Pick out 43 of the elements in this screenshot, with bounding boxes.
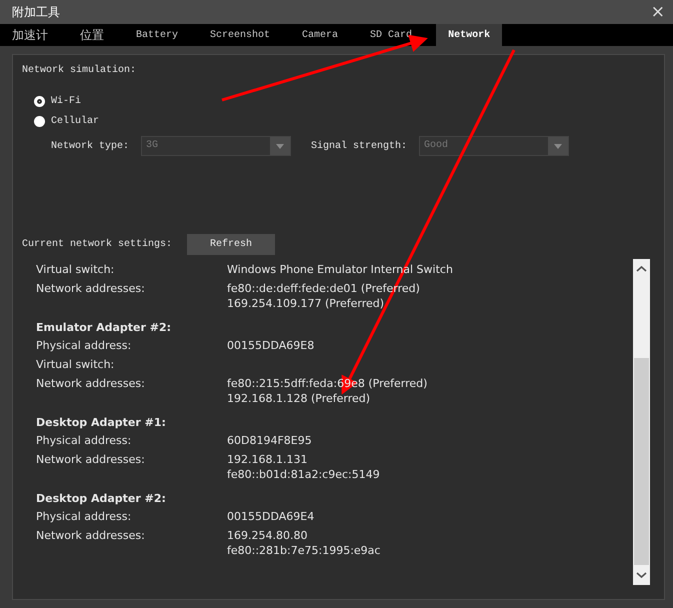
field-label: Network addresses: [36,452,146,468]
field-label: Physical address: [36,338,132,353]
field-label: Physical address: [36,433,132,448]
tab[interactable]: 加速计 [4,24,56,46]
tab[interactable]: SD Card [362,24,420,46]
tab[interactable]: Camera [294,24,346,46]
signal-strength-label: Signal strength: [311,140,408,152]
field-value: 00155DDA69E8 [227,338,314,353]
field-label: Physical address: [36,509,132,524]
adapter-heading: Desktop Adapter #1: [36,416,167,429]
field-value: 192.168.1.131 [227,452,308,467]
scrollbar[interactable] [633,259,650,585]
field-value: 00155DDA69E4 [227,509,314,524]
network-type-label: Network type: [51,140,130,152]
radio-label: Cellular [51,116,100,127]
field-value: 192.168.1.128 (Preferred) [227,391,370,406]
tab[interactable]: Network [436,24,502,46]
tab[interactable]: 位置 [72,24,112,46]
field-value: 60D8194F8E95 [227,433,312,448]
settings-label: Current network settings: [22,239,172,250]
window-title: 附加工具 [12,4,60,20]
refresh-button[interactable]: Refresh [187,234,276,255]
scroll-thumb[interactable] [634,358,649,565]
radio-label: Wi-Fi [51,96,82,107]
tab[interactable]: Screenshot [202,24,278,46]
field-value: fe80::281b:7e75:1995:e9ac [227,543,380,558]
field-label: Network addresses: [36,281,146,297]
field-label: Virtual switch: [36,262,116,277]
section-heading: Network simulation: [22,65,138,76]
field-label: Network addresses: [36,376,146,392]
field-value: fe80::b01d:81a2:c9ec:5149 [227,467,380,482]
radio-button[interactable] [34,96,45,107]
field-label: Virtual switch: [36,357,116,372]
field-value: 169.254.80.80 [227,528,308,543]
field-value: 169.254.109.177 (Preferred) [227,296,384,311]
caret-icon [554,144,562,148]
adapter-heading: Emulator Adapter #2: [36,321,172,334]
tab[interactable]: Battery [128,24,186,46]
caret-icon [276,144,284,148]
radio-button[interactable] [34,116,45,127]
field-label: Network addresses: [36,528,146,544]
adapter-heading: Desktop Adapter #2: [36,492,167,505]
close-button[interactable]: × [648,4,667,20]
